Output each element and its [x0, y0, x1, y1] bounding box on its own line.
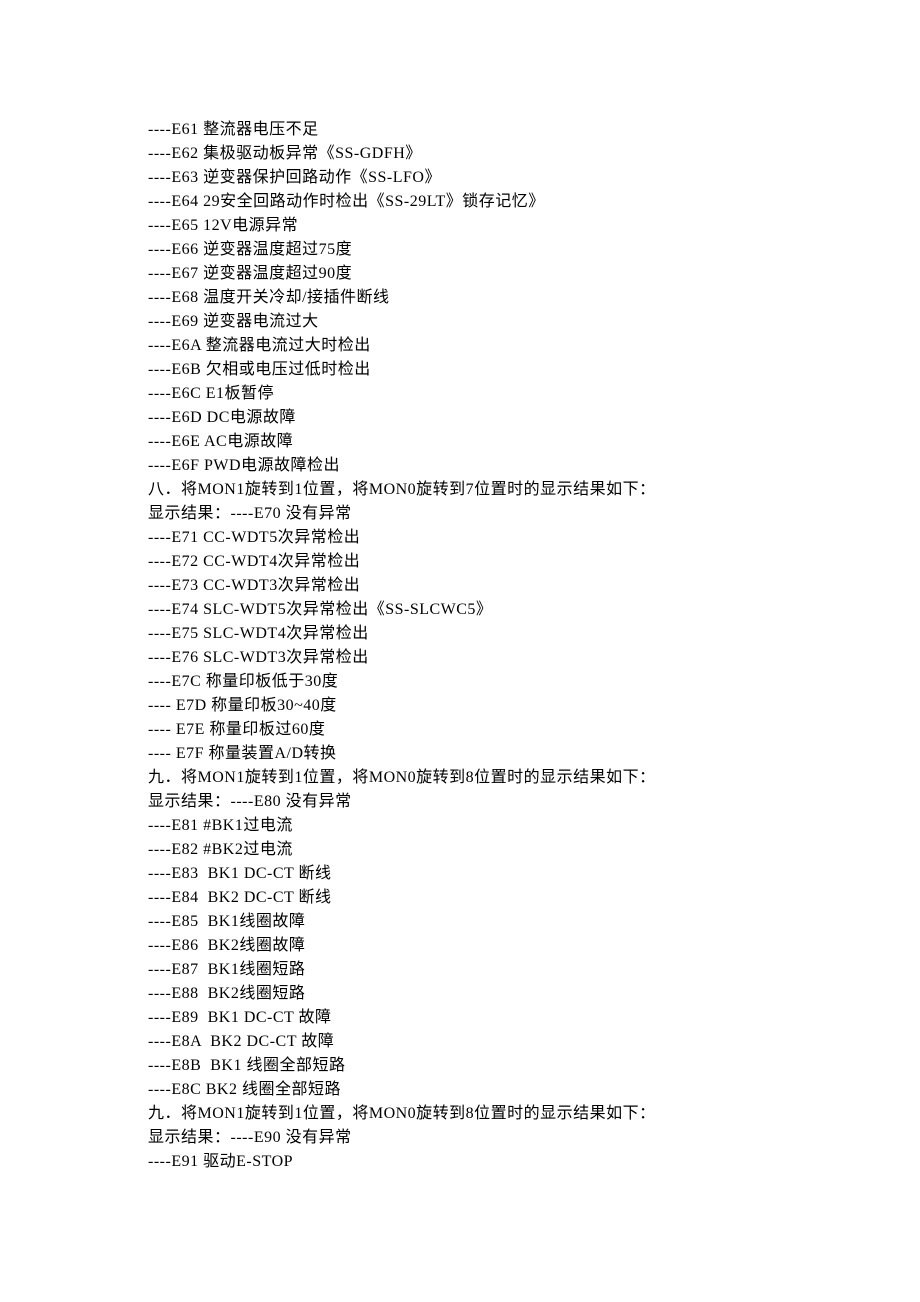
text-line: ----E62 集极驱动板异常《SS-GDFH》: [148, 142, 920, 166]
text-line: ----E87 BK1线圈短路: [148, 958, 920, 982]
text-line: ---- E7E 称量印板过60度: [148, 718, 920, 742]
text-line: ----E65 12V电源异常: [148, 214, 920, 238]
text-line: 九．将MON1旋转到1位置，将MON0旋转到8位置时的显示结果如下：: [148, 1102, 920, 1126]
text-line: ----E6E AC电源故障: [148, 430, 920, 454]
text-line: 显示结果：----E90 没有异常: [148, 1126, 920, 1150]
text-line: ---- E7F 称量装置A/D转换: [148, 742, 920, 766]
text-line: ----E6B 欠相或电压过低时检出: [148, 358, 920, 382]
text-line: ----E85 BK1线圈故障: [148, 910, 920, 934]
text-line: ----E81 #BK1过电流: [148, 814, 920, 838]
text-line: 九．将MON1旋转到1位置，将MON0旋转到8位置时的显示结果如下：: [148, 766, 920, 790]
text-line: ----E6D DC电源故障: [148, 406, 920, 430]
text-line: 显示结果：----E80 没有异常: [148, 790, 920, 814]
text-line: ----E6A 整流器电流过大时检出: [148, 334, 920, 358]
text-line: ----E76 SLC-WDT3次异常检出: [148, 646, 920, 670]
text-line: ----E88 BK2线圈短路: [148, 982, 920, 1006]
text-line: 显示结果：----E70 没有异常: [148, 502, 920, 526]
text-line: ----E8C BK2 线圈全部短路: [148, 1078, 920, 1102]
text-line: 八．将MON1旋转到1位置，将MON0旋转到7位置时的显示结果如下：: [148, 478, 920, 502]
text-line: ----E84 BK2 DC-CT 断线: [148, 886, 920, 910]
text-line: ----E91 驱动E-STOP: [148, 1150, 920, 1174]
text-line: ----E73 CC-WDT3次异常检出: [148, 574, 920, 598]
text-line: ----E6C E1板暂停: [148, 382, 920, 406]
text-line: ----E82 #BK2过电流: [148, 838, 920, 862]
text-line: ----E63 逆变器保护回路动作《SS-LFO》: [148, 166, 920, 190]
text-line: ----E83 BK1 DC-CT 断线: [148, 862, 920, 886]
text-line: ----E89 BK1 DC-CT 故障: [148, 1006, 920, 1030]
text-line: ----E61 整流器电压不足: [148, 118, 920, 142]
text-line: ----E69 逆变器电流过大: [148, 310, 920, 334]
text-line: ----E68 温度开关冷却/接插件断线: [148, 286, 920, 310]
text-line: ----E7C 称量印板低于30度: [148, 670, 920, 694]
text-line: ----E66 逆变器温度超过75度: [148, 238, 920, 262]
text-line: ----E75 SLC-WDT4次异常检出: [148, 622, 920, 646]
text-line: ----E72 CC-WDT4次异常检出: [148, 550, 920, 574]
text-line: ----E86 BK2线圈故障: [148, 934, 920, 958]
document-page: ----E61 整流器电压不足 ----E62 集极驱动板异常《SS-GDFH》…: [0, 0, 920, 1302]
text-line: ----E74 SLC-WDT5次异常检出《SS-SLCWC5》: [148, 598, 920, 622]
text-line: ----E8B BK1 线圈全部短路: [148, 1054, 920, 1078]
text-line: ---- E7D 称量印板30~40度: [148, 694, 920, 718]
text-line: ----E71 CC-WDT5次异常检出: [148, 526, 920, 550]
text-line: ----E67 逆变器温度超过90度: [148, 262, 920, 286]
text-line: ----E6F PWD电源故障检出: [148, 454, 920, 478]
text-line: ----E64 29安全回路动作时检出《SS-29LT》锁存记忆》: [148, 190, 920, 214]
text-line: ----E8A BK2 DC-CT 故障: [148, 1030, 920, 1054]
